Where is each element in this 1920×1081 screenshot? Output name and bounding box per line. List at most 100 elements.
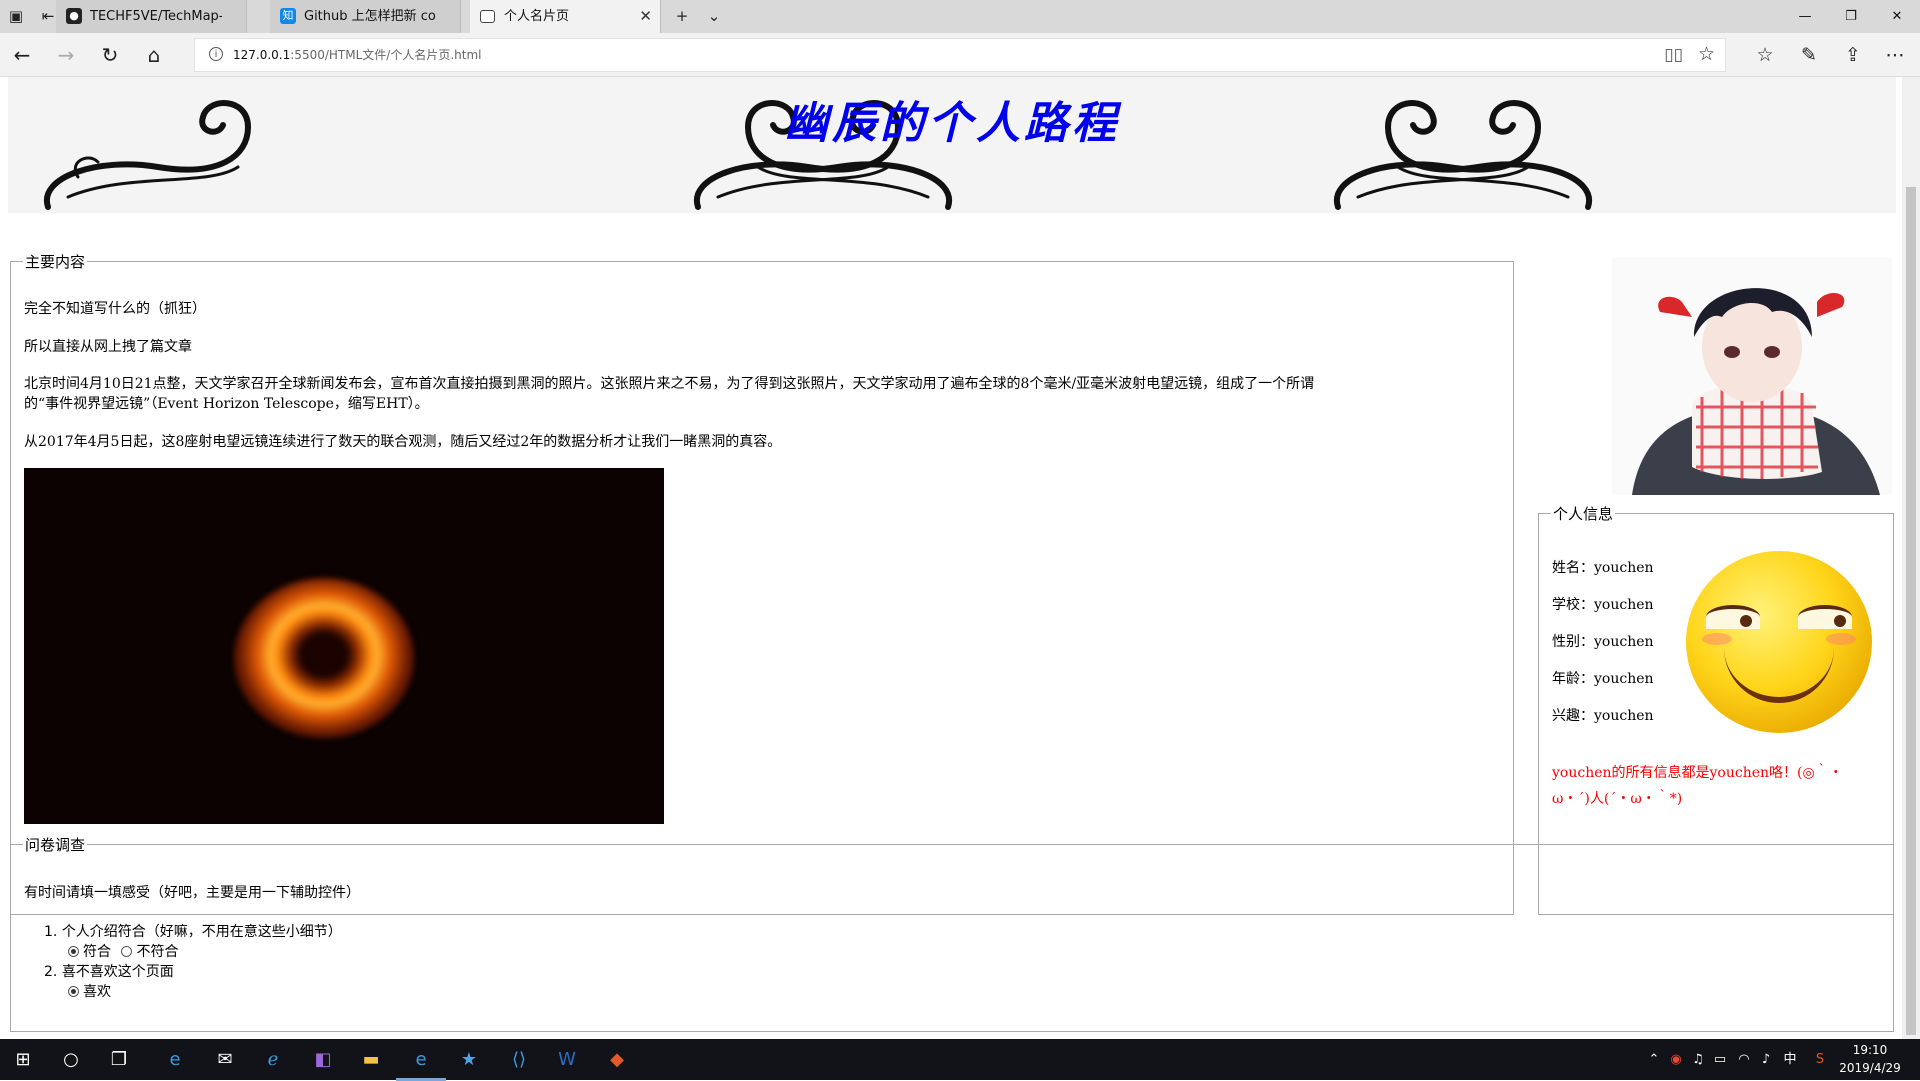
info-row-name: 姓名：youchen	[1552, 558, 1654, 578]
info-label: 性别：	[1552, 634, 1594, 650]
github-icon: ●	[66, 8, 82, 24]
personal-info-legend: 个人信息	[1553, 505, 1614, 523]
ie-pinned-icon[interactable]: e	[160, 1045, 190, 1075]
info-value: youchen	[1594, 597, 1654, 613]
tab-list-chevron-icon[interactable]: ⌄	[704, 6, 724, 26]
volume-icon[interactable]: ♪	[1756, 1039, 1776, 1080]
url-host: 127.0.0.1	[233, 48, 291, 62]
more-icon[interactable]: ⋯	[1882, 42, 1908, 68]
tray-overflow-chevron-icon[interactable]: ⌃	[1644, 1039, 1664, 1080]
git-icon[interactable]: ◆	[602, 1045, 632, 1075]
smirk-emoji-pillow	[1686, 551, 1872, 733]
main-paragraph-3-line-1: 北京时间4月10日21点整，天文学家召开全球新闻发布会，宣布首次直接拍摄到黑洞的…	[24, 376, 1315, 392]
start-windows-icon[interactable]: ⊞	[8, 1045, 38, 1075]
main-paragraph-1: 完全不知道写什么的（抓狂）	[24, 301, 206, 317]
info-note-line-2: ω・´)人(´・ω・｀*)	[1552, 791, 1683, 807]
battery-icon[interactable]: ▭	[1710, 1039, 1730, 1080]
site-info-icon[interactable]: i	[209, 47, 223, 61]
survey-legend: 问卷调查	[25, 836, 86, 854]
info-row-age: 年龄：youchen	[1552, 669, 1654, 689]
restore-icon[interactable]: ❐	[1828, 0, 1874, 33]
windows-taskbar: ⊞ ○ ❐ e ✉ ℯ ◧ ▬ e ★ ⟨⟩ W ◆ ⌃ ◉ ♫ ▭ ◠ ♪ 中…	[0, 1039, 1920, 1081]
task-view-icon[interactable]: ❐	[104, 1045, 134, 1075]
vscode-icon[interactable]: ⟨⟩	[504, 1045, 534, 1075]
favorites-hub-icon[interactable]: ☆	[1752, 42, 1778, 68]
survey-intro: 有时间请填一填感受（好吧，主要是用一下辅助控件）	[24, 885, 360, 901]
question-text: 个人介绍符合（好嘛，不用在意这些小细节）	[61, 924, 342, 940]
set-aside-tabs-icon[interactable]: ⇤	[38, 6, 58, 26]
info-row-school: 学校：youchen	[1552, 595, 1654, 615]
visual-studio-icon[interactable]: ◧	[308, 1045, 338, 1075]
back-icon[interactable]: ←	[10, 43, 34, 67]
tab-github[interactable]: ● TECHF5VE/TechMap-Works:	[56, 0, 247, 33]
info-note: youchen的所有信息都是youchen咯！(◎｀・ ω・´)人(´・ω・｀*…	[1552, 760, 1882, 812]
sogou-ime-icon[interactable]: S	[1810, 1039, 1830, 1080]
share-icon[interactable]: ⇪	[1840, 42, 1866, 68]
page-icon	[480, 10, 495, 23]
question-number: 1.	[44, 924, 58, 940]
mail-icon[interactable]: ✉	[210, 1045, 240, 1075]
info-label: 姓名：	[1552, 560, 1594, 576]
refresh-icon[interactable]: ↻	[98, 43, 122, 67]
info-note-line-1: youchen的所有信息都是youchen咯！(◎｀・	[1552, 765, 1843, 781]
avatar-illustration	[1612, 257, 1892, 495]
info-value: youchen	[1594, 634, 1654, 650]
main-paragraph-2: 所以直接从网上拽了篇文章	[24, 339, 192, 355]
internet-explorer-icon[interactable]: ℯ	[258, 1045, 288, 1075]
reading-view-icon[interactable]: ▯▯	[1664, 45, 1683, 65]
address-field[interactable]: i 127.0.0.1:5500/HTML文件/个人名片页.html ▯▯ ☆	[194, 38, 1726, 72]
survey-question-2: 2. 喜不喜欢这个页面	[44, 962, 174, 982]
cortana-search-icon[interactable]: ○	[56, 1045, 86, 1075]
survey-q1-options: 符合 不符合	[68, 942, 178, 962]
forward-icon[interactable]: →	[54, 43, 78, 67]
word-icon[interactable]: W	[552, 1045, 582, 1075]
radio-not-fit[interactable]	[121, 946, 133, 957]
favorite-star-icon[interactable]: ☆	[1698, 43, 1715, 65]
tab-personal-card[interactable]: 个人名片页 ✕	[470, 0, 661, 33]
main-paragraph-4: 从2017年4月5日起，这8座射电望远镜连续进行了数天的联合观测，随后又经过2年…	[24, 434, 782, 450]
zhihu-icon: 知	[280, 8, 296, 24]
main-paragraph-3-line-2: 的“事件视界望远镜”（Event Horizon Telescope，缩写EHT…	[24, 396, 429, 412]
new-tab-icon[interactable]: +	[672, 6, 692, 26]
home-icon[interactable]: ⌂	[142, 43, 166, 67]
url-text[interactable]: 127.0.0.1:5500/HTML文件/个人名片页.html	[233, 39, 481, 71]
clock-date: 2019/4/29	[1839, 1061, 1901, 1075]
info-value: youchen	[1594, 708, 1654, 724]
file-explorer-icon[interactable]: ▬	[356, 1045, 386, 1075]
vertical-scrollbar[interactable]	[1902, 77, 1920, 1039]
radio-like-label[interactable]: 喜欢	[83, 984, 111, 1000]
radio-fit[interactable]	[68, 946, 79, 957]
close-window-icon[interactable]: ✕	[1874, 0, 1920, 33]
clock-time: 19:10	[1852, 1043, 1888, 1057]
radio-fit-label[interactable]: 符合	[83, 944, 111, 960]
radio-not-fit-label[interactable]: 不符合	[136, 944, 178, 960]
survey-question-1: 1. 个人介绍符合（好嘛，不用在意这些小细节）	[44, 922, 342, 942]
tray-app-icon[interactable]: ◉	[1666, 1039, 1686, 1080]
tab-actions-icon[interactable]: ▣	[6, 6, 26, 26]
main-paragraph-3: 北京时间4月10日21点整，天文学家召开全球新闻发布会，宣布首次直接拍摄到黑洞的…	[24, 374, 1504, 414]
page-title: 幽辰的个人路程	[784, 98, 1120, 149]
survey-q2-options: 喜欢	[68, 982, 111, 1002]
info-label: 学校：	[1552, 597, 1594, 613]
pen-notes-icon[interactable]: ✎	[1796, 42, 1822, 68]
system-clock[interactable]: 19:10 2019/4/29	[1830, 1041, 1910, 1077]
info-label: 兴趣：	[1552, 708, 1594, 724]
store-icon[interactable]: ★	[454, 1045, 484, 1075]
minimize-icon[interactable]: —	[1782, 0, 1828, 33]
edge-browser-icon[interactable]: e	[396, 1045, 446, 1081]
tab-zhihu[interactable]: 知 Github 上怎样把新 commit	[270, 0, 461, 33]
page-viewport: 幽辰的个人路程 主要内容 完全不知道写什么的（抓狂） 所以直接从网上拽了篇文章 …	[0, 77, 1902, 1039]
radio-like[interactable]	[68, 986, 79, 997]
info-row-gender: 性别：youchen	[1552, 632, 1654, 652]
url-path: :5500/HTML文件/个人名片页.html	[290, 48, 482, 62]
ime-indicator[interactable]: 中	[1780, 1039, 1800, 1080]
tab-title: Github 上怎样把新 commit	[304, 9, 436, 24]
wifi-icon[interactable]: ◠	[1734, 1039, 1754, 1080]
tab-bar: ▣ ⇤ ● TECHF5VE/TechMap-Works: 知 Github 上…	[0, 0, 1920, 33]
microphone-icon[interactable]: ♫	[1688, 1039, 1708, 1080]
info-value: youchen	[1594, 671, 1654, 687]
scrollbar-thumb[interactable]	[1906, 187, 1916, 1035]
info-value: youchen	[1594, 560, 1654, 576]
close-tab-icon[interactable]: ✕	[639, 0, 652, 33]
info-label: 年龄：	[1552, 671, 1594, 687]
